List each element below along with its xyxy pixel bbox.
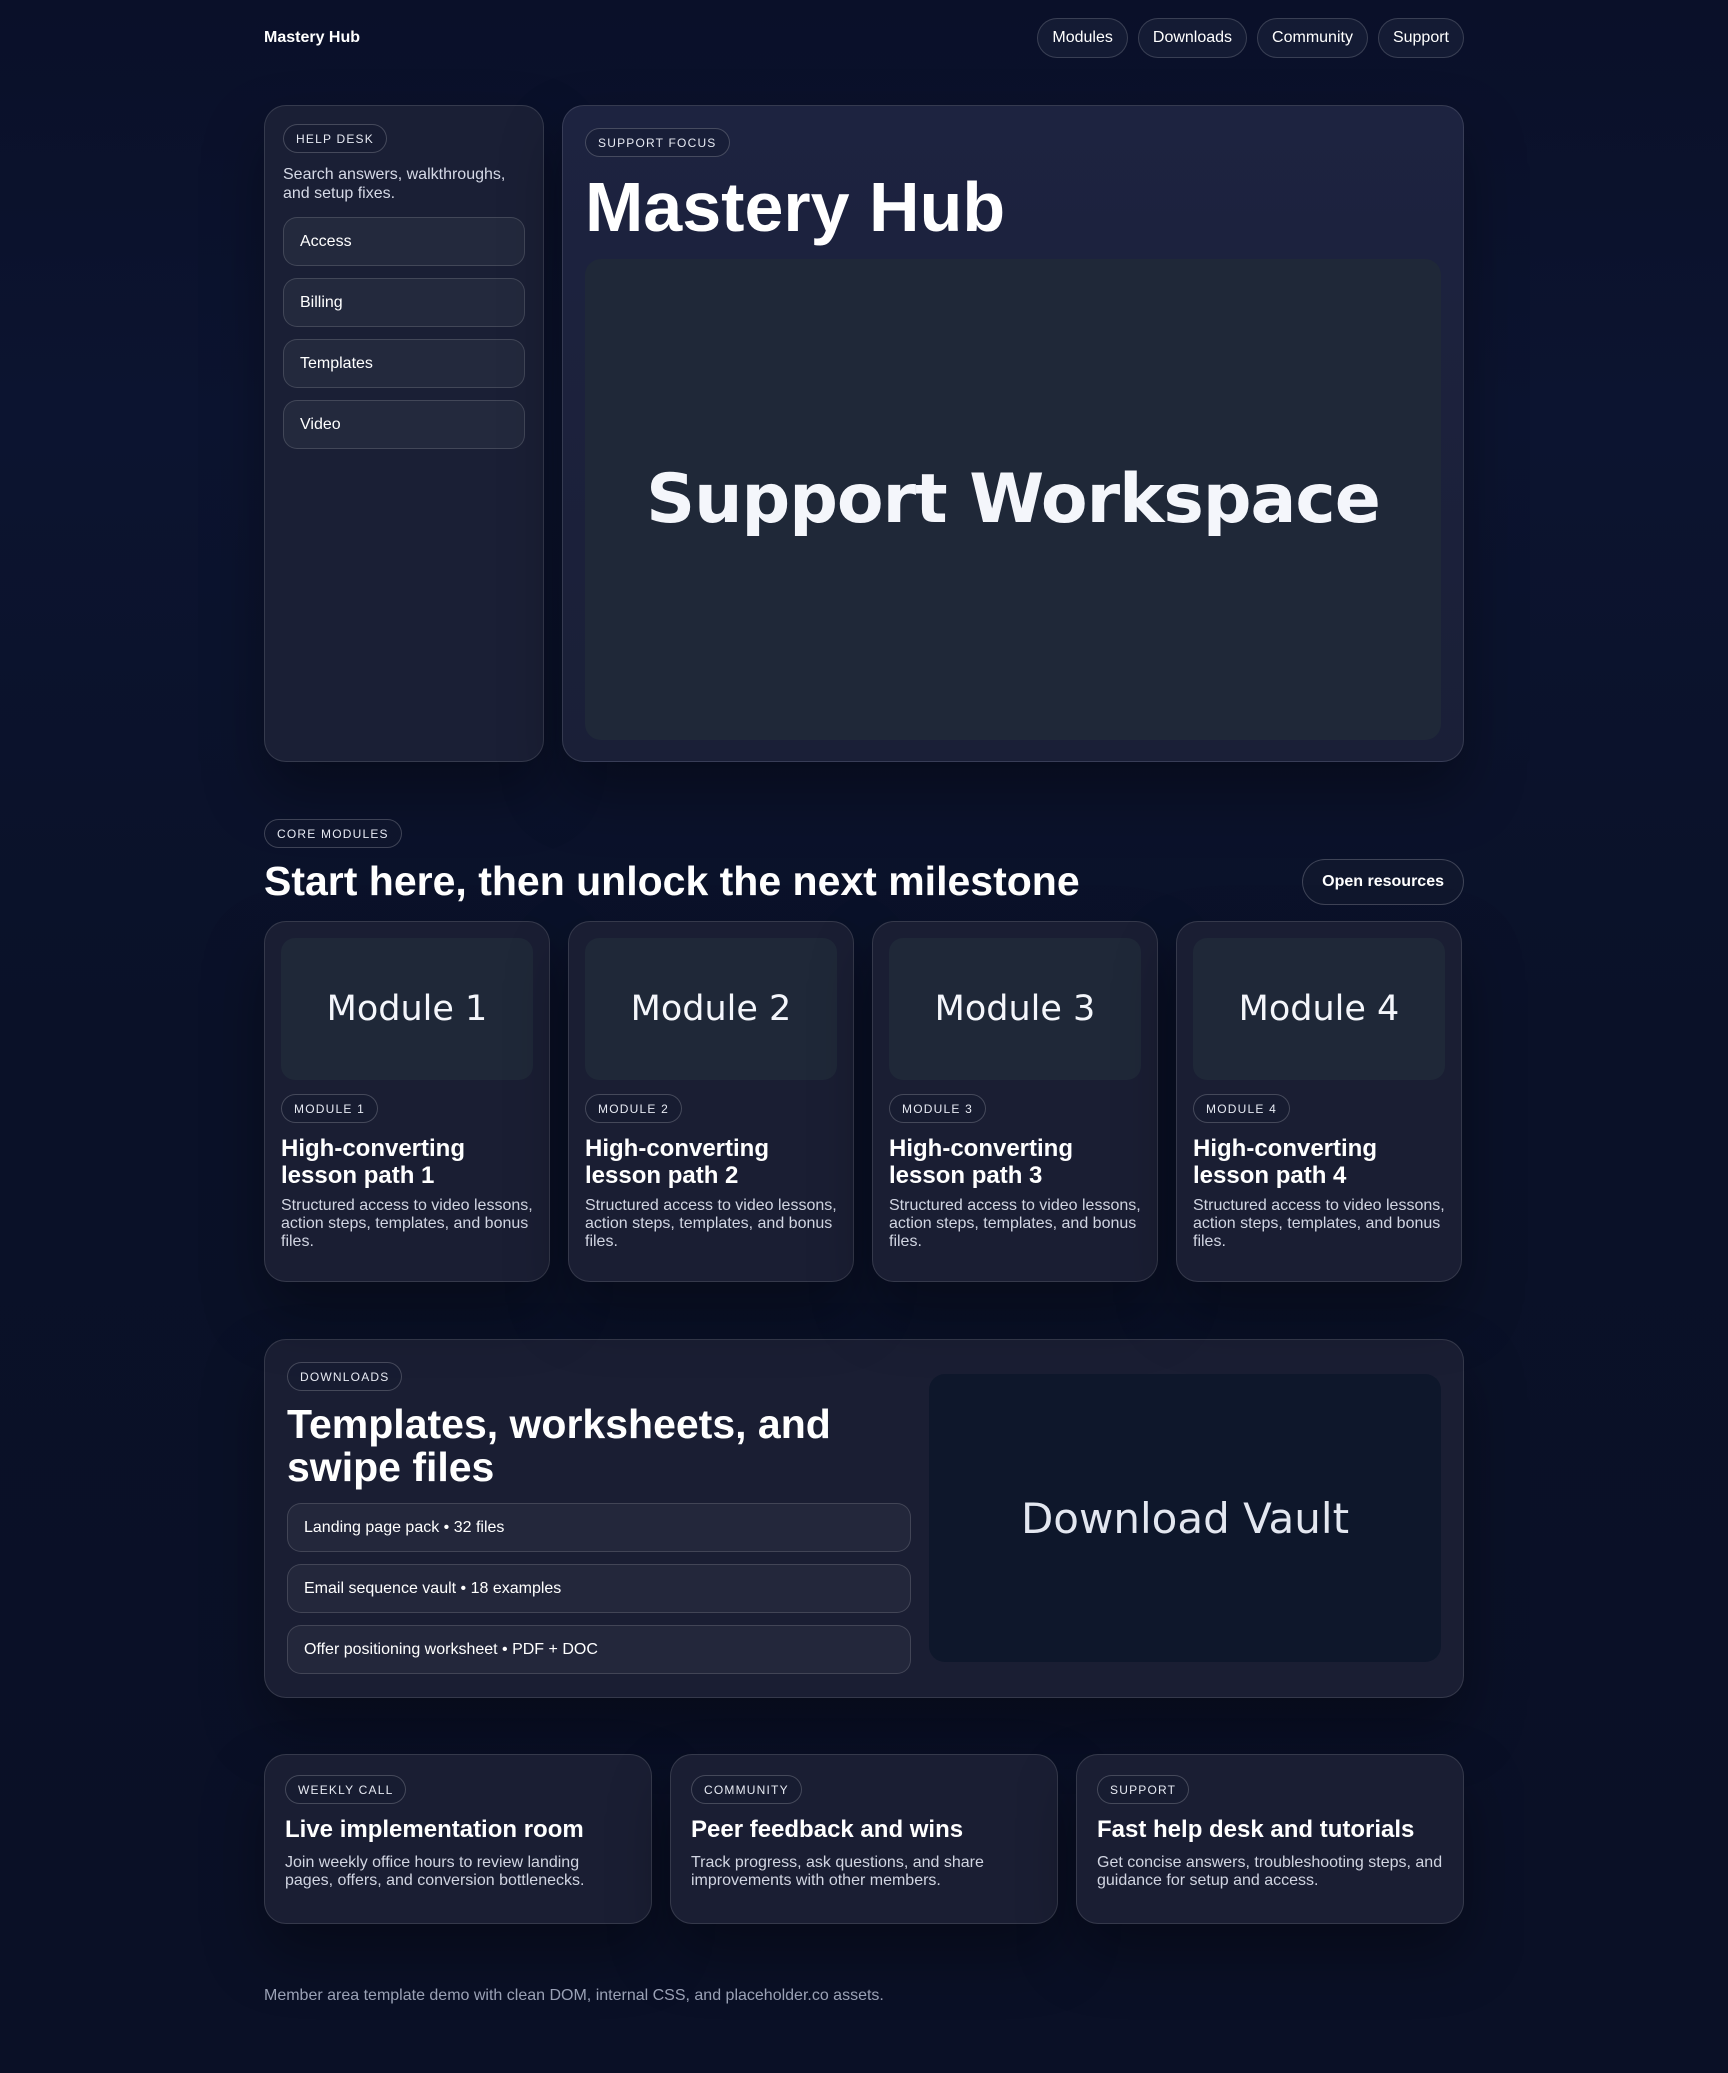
downloads-content: DOWNLOADS Templates, worksheets, and swi…	[287, 1362, 911, 1675]
module-tag: MODULE 3	[889, 1094, 986, 1123]
download-item-offer-worksheet[interactable]: Offer positioning worksheet • PDF + DOC	[287, 1625, 911, 1674]
info-card-tag: WEEKLY CALL	[285, 1775, 407, 1804]
info-card-description: Join weekly office hours to review landi…	[285, 1854, 585, 1889]
info-card-support[interactable]: SUPPORT Fast help desk and tutorials Get…	[1076, 1754, 1464, 1924]
module-description: Structured access to video lessons, acti…	[585, 1197, 837, 1250]
support-focus-tag: SUPPORT FOCUS	[585, 128, 730, 157]
support-focus-panel: SUPPORT FOCUS Mastery Hub Support Worksp…	[562, 105, 1464, 762]
help-desk-description: Search answers, walkthroughs, and setup …	[283, 166, 506, 202]
core-modules-title: Start here, then unlock the next milesto…	[264, 858, 1080, 904]
help-topic-access[interactable]: Access	[283, 217, 525, 266]
module-thumbnail: Module 3	[889, 938, 1141, 1080]
info-card-title: Live implementation room	[285, 1816, 584, 1843]
core-modules-header: Start here, then unlock the next milesto…	[264, 858, 1464, 905]
module-tag: MODULE 2	[585, 1094, 682, 1123]
module-title: High-converting lesson path 3	[889, 1135, 1073, 1189]
module-thumbnail: Module 4	[1193, 938, 1445, 1080]
nav-downloads[interactable]: Downloads	[1137, 18, 1248, 58]
nav-community[interactable]: Community	[1257, 18, 1368, 58]
module-title: High-converting lesson path 4	[1193, 1135, 1377, 1189]
module-tag: MODULE 4	[1193, 1094, 1290, 1123]
module-card-3[interactable]: Module 3 MODULE 3 High-converting lesson…	[872, 921, 1158, 1282]
help-topic-billing[interactable]: Billing	[283, 278, 525, 327]
core-modules-tag: CORE MODULES	[264, 819, 402, 848]
main-nav: Modules Downloads Community Support	[1037, 18, 1464, 58]
help-topic-templates[interactable]: Templates	[283, 339, 525, 388]
info-card-community[interactable]: COMMUNITY Peer feedback and wins Track p…	[670, 1754, 1058, 1924]
info-card-tag: SUPPORT	[1097, 1775, 1190, 1804]
download-item-landing-page-pack[interactable]: Landing page pack • 32 files	[287, 1503, 911, 1552]
modules-grid: Module 1 MODULE 1 High-converting lesson…	[264, 921, 1464, 1282]
download-vault-image: Download Vault	[929, 1374, 1441, 1662]
info-card-description: Track progress, ask questions, and share…	[691, 1854, 984, 1889]
module-card-2[interactable]: Module 2 MODULE 2 High-converting lesson…	[568, 921, 854, 1282]
downloads-tag: DOWNLOADS	[287, 1362, 403, 1391]
help-desk-panel: HELP DESK Search answers, walkthroughs, …	[264, 105, 544, 762]
info-card-title: Fast help desk and tutorials	[1097, 1816, 1415, 1843]
core-modules-section: CORE MODULES Start here, then unlock the…	[264, 819, 1464, 1282]
info-card-tag: COMMUNITY	[691, 1775, 802, 1804]
support-workspace-label: Support Workspace	[646, 460, 1381, 539]
top-bar: Mastery Hub Modules Downloads Community …	[264, 0, 1464, 76]
nav-modules[interactable]: Modules	[1037, 18, 1128, 58]
downloads-list: Landing page pack • 32 files Email seque…	[287, 1503, 911, 1674]
footer-text: Member area template demo with clean DOM…	[264, 1987, 884, 2004]
downloads-title: Templates, worksheets, and swipe files	[287, 1401, 831, 1490]
info-card-title: Peer feedback and wins	[691, 1816, 964, 1843]
module-thumbnail: Module 1	[281, 938, 533, 1080]
brand-logo[interactable]: Mastery Hub	[264, 29, 360, 47]
support-workspace-image: Support Workspace	[585, 259, 1441, 740]
module-tag: MODULE 1	[281, 1094, 378, 1123]
module-description: Structured access to video lessons, acti…	[1193, 1197, 1445, 1250]
downloads-section: DOWNLOADS Templates, worksheets, and swi…	[264, 1339, 1464, 1698]
open-resources-button[interactable]: Open resources	[1302, 858, 1464, 905]
module-card-4[interactable]: Module 4 MODULE 4 High-converting lesson…	[1176, 921, 1462, 1282]
module-title: High-converting lesson path 1	[281, 1135, 465, 1189]
info-cards-section: WEEKLY CALL Live implementation room Joi…	[264, 1754, 1464, 1924]
module-card-1[interactable]: Module 1 MODULE 1 High-converting lesson…	[264, 921, 550, 1282]
nav-support[interactable]: Support	[1377, 18, 1464, 58]
hero-title: Mastery Hub	[585, 168, 1006, 246]
info-card-description: Get concise answers, troubleshooting ste…	[1097, 1854, 1443, 1889]
help-topic-list: Access Billing Templates Video	[283, 217, 525, 449]
module-title: High-converting lesson path 2	[585, 1135, 769, 1189]
page: Mastery Hub Modules Downloads Community …	[264, 0, 1464, 2005]
info-card-weekly-call[interactable]: WEEKLY CALL Live implementation room Joi…	[264, 1754, 652, 1924]
help-topic-video[interactable]: Video	[283, 400, 525, 449]
module-description: Structured access to video lessons, acti…	[889, 1197, 1141, 1250]
help-desk-tag: HELP DESK	[283, 124, 387, 153]
download-item-email-sequence-vault[interactable]: Email sequence vault • 18 examples	[287, 1564, 911, 1613]
module-thumbnail: Module 2	[585, 938, 837, 1080]
hero-section: HELP DESK Search answers, walkthroughs, …	[264, 105, 1464, 762]
module-description: Structured access to video lessons, acti…	[281, 1197, 533, 1250]
